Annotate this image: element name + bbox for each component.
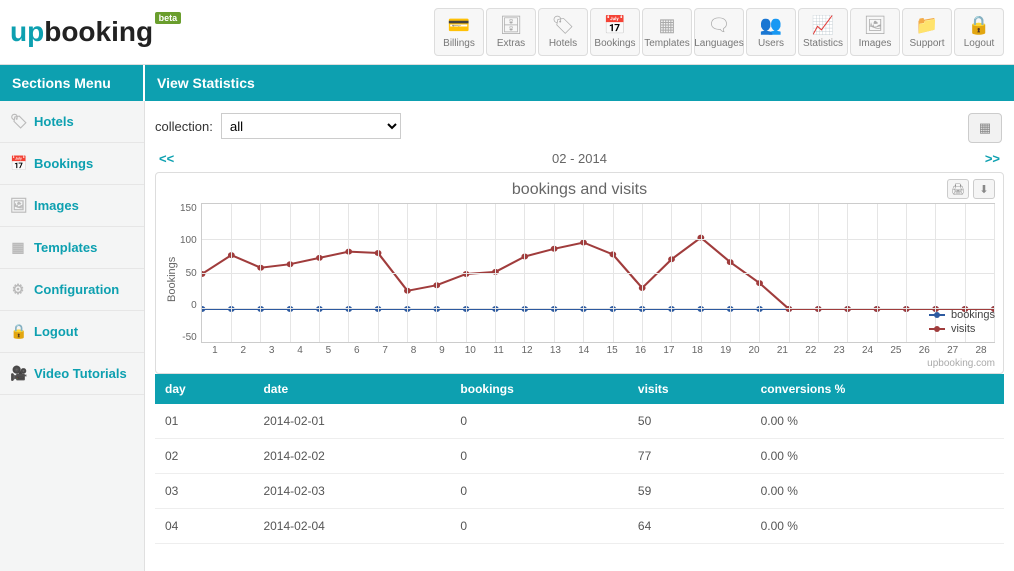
chart-yaxis: 150100500-50	[180, 203, 201, 343]
sidebar-item-label: Templates	[34, 240, 97, 255]
topnav-languages[interactable]: 🗨Languages	[694, 8, 744, 56]
download-chart-button[interactable]: ⬇	[973, 179, 995, 199]
sidebar-item-label: Hotels	[34, 114, 74, 129]
topnav-extras[interactable]: 🗄Extras	[486, 8, 536, 56]
sidebar: 🏷 Hotels 📅 Bookings 🖼 Images ▦ Templates ⚙ Config…	[0, 101, 145, 571]
sidebar-item-label: Video Tutorials	[34, 366, 127, 381]
topnav-logout[interactable]: 🔒Logout	[954, 8, 1004, 56]
sidebar-item-configuration[interactable]: ⚙ Configuration	[0, 269, 144, 311]
grid-view-button[interactable]: ▦	[968, 113, 1002, 143]
topnav-support[interactable]: 📁Support	[902, 8, 952, 56]
hotels-icon: 🏷	[10, 113, 26, 130]
chart-grid	[201, 203, 995, 343]
stats-table: daydatebookingsvisitsconversions % 01201…	[155, 374, 1004, 544]
sidebar-item-images[interactable]: 🖼 Images	[0, 185, 144, 227]
period-nav: << 02 - 2014 >>	[159, 151, 1000, 166]
video-tutorials-icon: 🎥	[10, 365, 26, 382]
sidebar-item-video-tutorials[interactable]: 🎥 Video Tutorials	[0, 353, 144, 395]
extras-icon: 🗄	[500, 15, 523, 36]
collection-row: collection: all	[155, 113, 1004, 139]
print-chart-button[interactable]: 🖨	[947, 179, 969, 199]
topnav-templates[interactable]: ▦Templates	[642, 8, 692, 56]
logout-icon: 🔒	[10, 323, 26, 340]
collection-select[interactable]: all	[221, 113, 401, 139]
images-icon: 🖼	[864, 15, 887, 36]
sidebar-item-hotels[interactable]: 🏷 Hotels	[0, 101, 144, 143]
main-content: collection: all ▦ << 02 - 2014 >> bookin…	[145, 101, 1014, 571]
sidebar-item-logout[interactable]: 🔒 Logout	[0, 311, 144, 353]
sidebar-item-label: Bookings	[34, 156, 93, 171]
sidebar-item-label: Images	[34, 198, 79, 213]
templates-icon: ▦	[658, 15, 675, 36]
chart-credit: upbooking.com	[164, 358, 995, 369]
chart-legend: bookings visits	[929, 307, 995, 337]
bookings-icon: 📅	[10, 155, 26, 172]
header: upbooking beta 💳Billings🗄Extras🏷Hotels📅B…	[0, 0, 1014, 65]
col-bookings: bookings	[450, 374, 627, 404]
logout-icon: 🔒	[968, 15, 990, 36]
topnav-hotels[interactable]: 🏷Hotels	[538, 8, 588, 56]
chart-xaxis: 1234567891011121314151617181920212223242…	[201, 345, 995, 356]
configuration-icon: ⚙	[10, 281, 26, 298]
sections-menu-title: Sections Menu	[0, 65, 145, 101]
table-row: 032014-02-030590.00 %	[155, 474, 1004, 509]
topnav-billings[interactable]: 💳Billings	[434, 8, 484, 56]
table-header-row: daydatebookingsvisitsconversions %	[155, 374, 1004, 404]
page-title: View Statistics	[145, 65, 1014, 101]
prev-period-button[interactable]: <<	[159, 151, 174, 166]
table-row: 042014-02-040640.00 %	[155, 509, 1004, 544]
legend-bookings: bookings	[929, 309, 995, 321]
table-row: 022014-02-020770.00 %	[155, 439, 1004, 474]
topnav-users[interactable]: 👥Users	[746, 8, 796, 56]
topnav-statistics[interactable]: 📈Statistics	[798, 8, 848, 56]
period-label: 02 - 2014	[552, 151, 607, 166]
topnav-bookings[interactable]: 📅Bookings	[590, 8, 640, 56]
sidebar-item-bookings[interactable]: 📅 Bookings	[0, 143, 144, 185]
table-row: 012014-02-010500.00 %	[155, 404, 1004, 439]
col-day: day	[155, 374, 253, 404]
chart-container: bookings and visits 🖨 ⬇ Bookings 1501005…	[155, 172, 1004, 374]
sidebar-item-label: Logout	[34, 324, 78, 339]
beta-badge: beta	[155, 12, 182, 24]
topnav-images[interactable]: 🖼Images	[850, 8, 900, 56]
images-icon: 🖼	[10, 197, 26, 214]
collection-label: collection:	[155, 119, 213, 134]
support-icon: 📁	[916, 15, 938, 36]
users-icon: 👥	[760, 15, 782, 36]
col-visits: visits	[628, 374, 751, 404]
chart-ylabel: Bookings	[164, 203, 180, 356]
top-nav: 💳Billings🗄Extras🏷Hotels📅Bookings▦Templat…	[434, 8, 1004, 56]
next-period-button[interactable]: >>	[985, 151, 1000, 166]
bookings-icon: 📅	[604, 15, 626, 36]
logo: upbooking beta	[10, 16, 153, 48]
billings-icon: 💳	[448, 15, 470, 36]
chart-title: bookings and visits	[164, 181, 995, 199]
languages-icon: 🗨	[708, 15, 731, 36]
col-conversions--: conversions %	[751, 374, 1004, 404]
templates-icon: ▦	[10, 239, 26, 256]
col-date: date	[253, 374, 450, 404]
title-bar: Sections Menu View Statistics	[0, 65, 1014, 101]
statistics-icon: 📈	[812, 15, 834, 36]
sidebar-item-label: Configuration	[34, 282, 119, 297]
sidebar-item-templates[interactable]: ▦ Templates	[0, 227, 144, 269]
hotels-icon: 🏷	[552, 15, 575, 36]
legend-visits: visits	[929, 323, 995, 335]
